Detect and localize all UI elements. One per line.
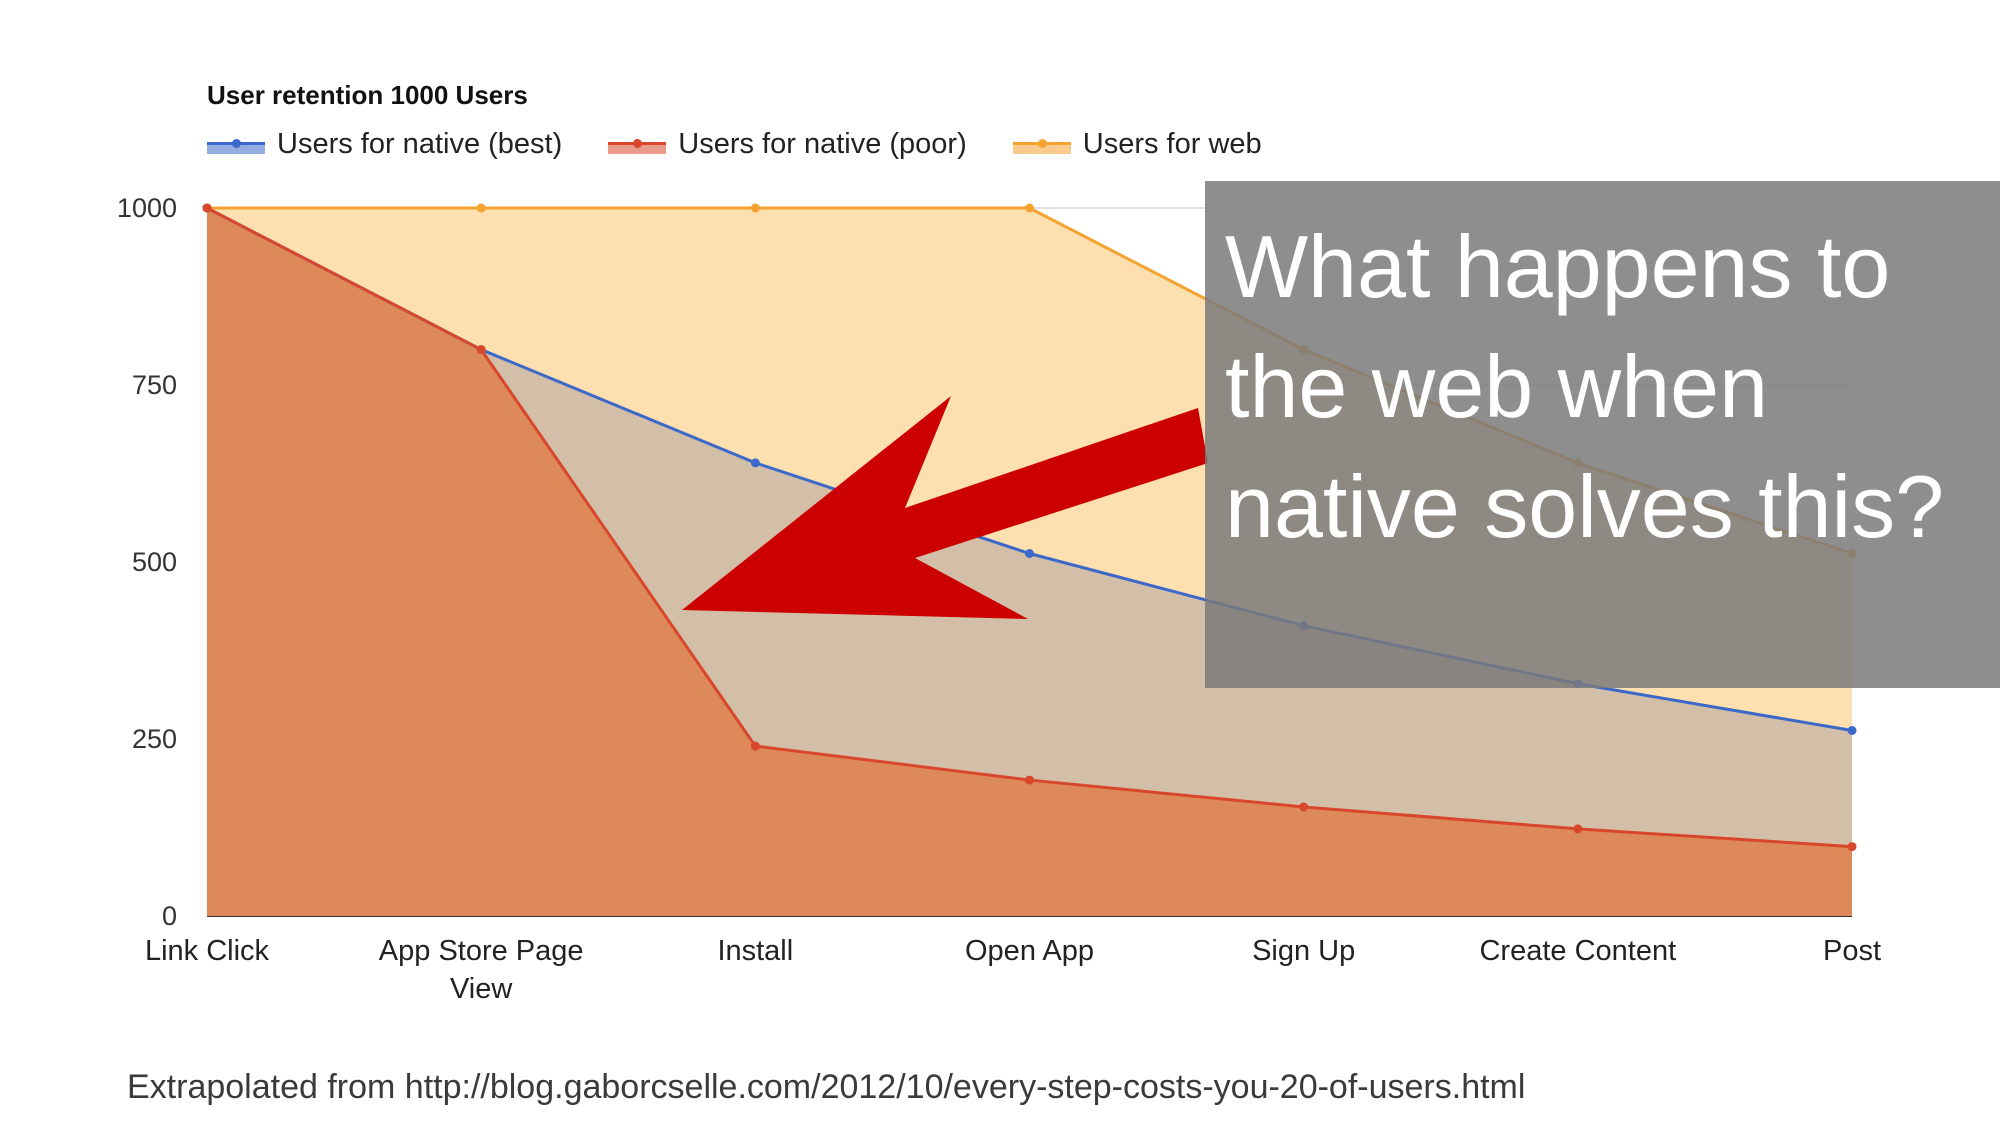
point-users-for-native-poor- <box>202 203 212 213</box>
point-users-for-native-poor- <box>1847 842 1857 852</box>
y-tick-label: 1000 <box>117 193 177 223</box>
legend-swatch <box>207 136 265 154</box>
point-users-for-native-best- <box>1025 549 1034 559</box>
point-users-for-native-best- <box>750 458 760 468</box>
point-users-for-native-best- <box>1847 726 1857 736</box>
legend-item: Users for native (best) <box>207 128 562 161</box>
x-tick-label: Sign Up <box>1252 935 1355 967</box>
x-tick-label: Open App <box>965 935 1094 967</box>
y-tick-label: 500 <box>132 547 177 577</box>
callout-box: What happens to the web when native solv… <box>1205 181 2000 688</box>
legend-item: Users for web <box>1012 128 1262 161</box>
y-tick-label: 250 <box>132 724 177 754</box>
x-tick-label: Post <box>1823 935 1881 967</box>
legend-swatch <box>608 136 667 154</box>
x-tick-label: App Store Page View <box>379 935 584 1005</box>
legend-label: Users for native (best) <box>277 128 563 160</box>
point-users-for-native-poor- <box>476 345 486 355</box>
x-tick-label: Link Click <box>145 935 270 967</box>
y-tick-label: 0 <box>162 901 177 931</box>
point-users-for-web <box>476 203 486 213</box>
point-users-for-web <box>1025 203 1034 213</box>
point-users-for-native-poor- <box>750 741 760 751</box>
chart-legend: Users for native (best) Users for native … <box>207 128 1308 161</box>
source-caption: Extrapolated from http://blog.gaborcsell… <box>127 1068 1526 1106</box>
callout-text: What happens to the web when native solv… <box>1225 217 1945 556</box>
legend-item: Users for native (poor) <box>608 128 967 161</box>
legend-label: Users for native (poor) <box>678 128 967 160</box>
x-tick-label: Create Content <box>1479 935 1676 967</box>
point-users-for-native-poor- <box>1025 775 1034 785</box>
y-tick-label: 750 <box>132 370 177 400</box>
point-users-for-web <box>750 203 760 213</box>
chart-title: User retention 1000 Users <box>207 80 528 110</box>
legend-swatch <box>1012 136 1071 154</box>
x-tick-label: Install <box>717 935 793 967</box>
point-users-for-native-poor- <box>1299 802 1309 812</box>
point-users-for-native-poor- <box>1573 824 1583 834</box>
legend-label: Users for web <box>1082 128 1262 160</box>
